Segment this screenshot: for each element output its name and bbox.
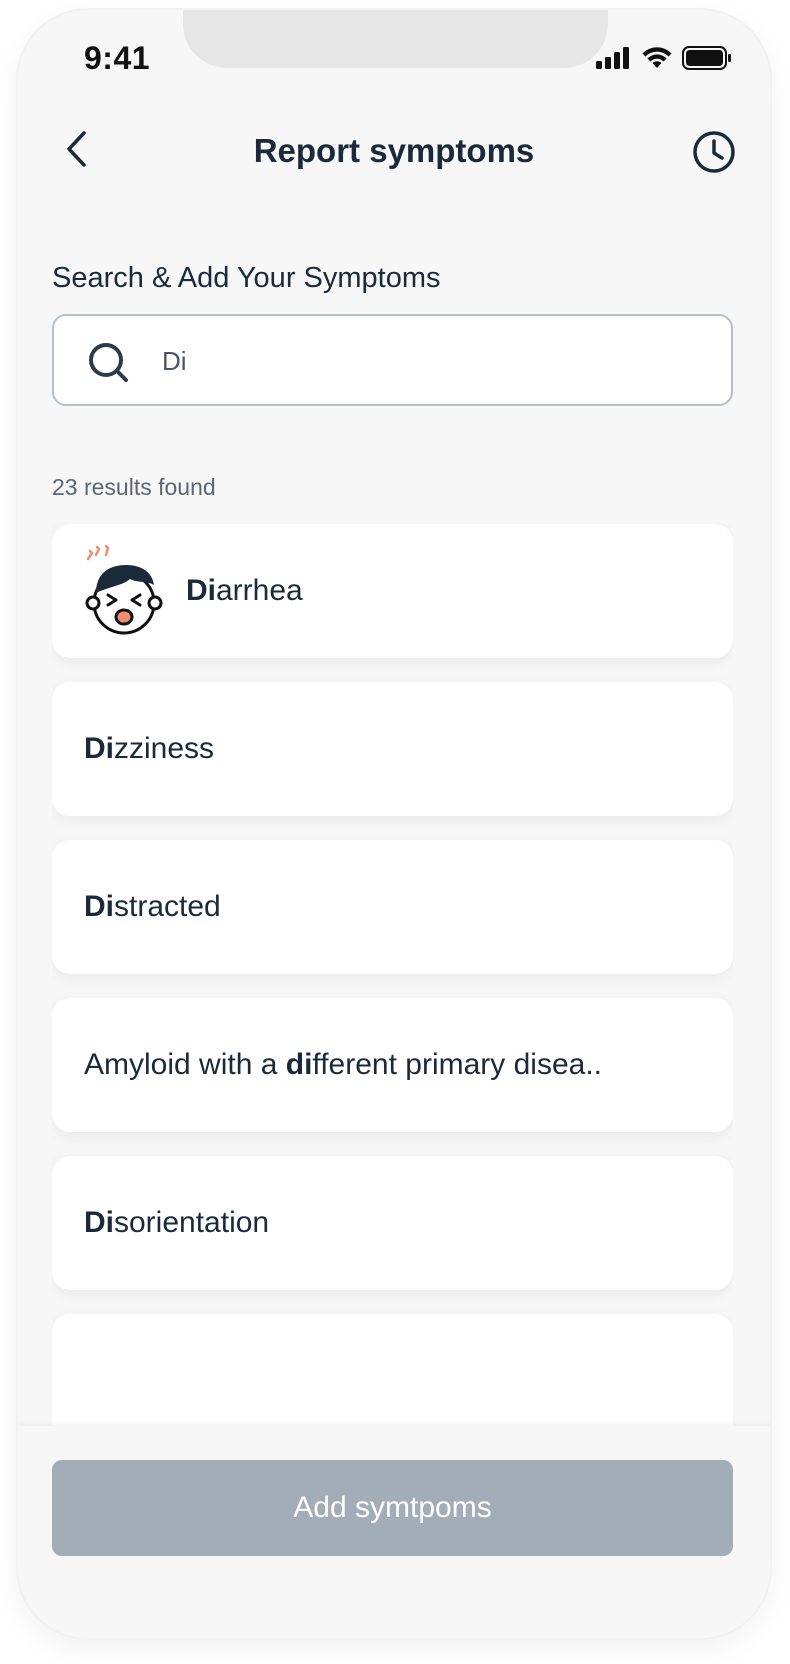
page-title: Report symptoms (253, 132, 535, 169)
results-list: Diarrhea Dizziness Distracted Amyloid wi… (52, 524, 733, 1426)
phone-screen: 9:41 Report symptoms Search & Add Your S… (18, 10, 770, 1638)
search-input[interactable] (160, 338, 704, 384)
app-header: Report symptoms (18, 110, 770, 190)
add-symptoms-button[interactable]: Add symtpoms (52, 1460, 733, 1556)
battery-icon (682, 46, 731, 70)
results-count: 23 results found (52, 474, 216, 500)
status-icons (596, 46, 732, 70)
list-item-label: Distracted (84, 890, 221, 923)
search-section-label: Search & Add Your Symptoms (52, 262, 441, 294)
search-icon (89, 343, 128, 382)
search-field[interactable] (52, 314, 733, 406)
list-item[interactable]: Amyloid with a different primary disea.. (52, 998, 733, 1132)
list-item[interactable]: Disorientation (52, 1156, 733, 1290)
wifi-icon (642, 47, 672, 68)
list-item[interactable] (52, 1314, 733, 1426)
list-item-label: Disorientation (84, 1206, 270, 1239)
list-item[interactable]: Dizziness (52, 682, 733, 816)
status-time: 9:41 (84, 40, 151, 76)
clock-icon[interactable] (692, 130, 736, 174)
footer-bar: Add symtpoms (18, 1426, 770, 1638)
device-notch (183, 10, 608, 68)
list-item-label: Dizziness (84, 732, 215, 765)
list-item-label: Diarrhea (186, 574, 303, 607)
signal-icon (596, 47, 629, 69)
sick-face-icon (85, 545, 163, 635)
list-item[interactable]: Diarrhea (52, 524, 733, 658)
list-item-label: Amyloid with a different primary disea.. (84, 1048, 602, 1081)
list-item[interactable]: Distracted (52, 840, 733, 974)
